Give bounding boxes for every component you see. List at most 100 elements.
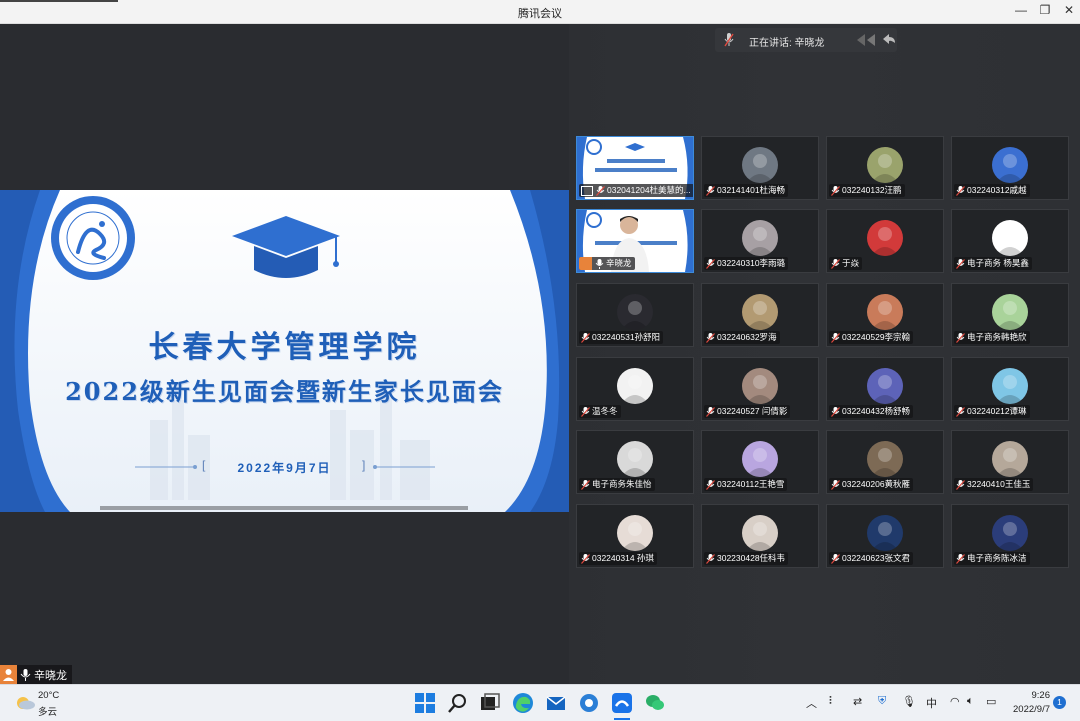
screen-share-icon bbox=[581, 185, 593, 196]
tray-mic-icon[interactable]: 🎙︎ bbox=[902, 695, 916, 708]
tencent-meeting-icon[interactable] bbox=[611, 692, 633, 714]
participant-avatar bbox=[617, 294, 653, 330]
participant-avatar bbox=[742, 368, 778, 404]
slide-school-name: 长春大学管理学院 bbox=[148, 330, 421, 365]
participant-name-bar: 温冬冬 bbox=[579, 405, 621, 418]
task-view-icon[interactable] bbox=[479, 692, 501, 714]
mic-icon bbox=[724, 33, 734, 47]
tray-switch-icon[interactable]: ⇄ bbox=[853, 695, 862, 708]
close-button[interactable]: ✕ bbox=[1058, 3, 1080, 17]
participant-tile[interactable]: 电子商务朱佳怡 bbox=[576, 430, 694, 494]
participant-avatar bbox=[867, 147, 903, 183]
participant-tile[interactable]: 032240623张文君 bbox=[826, 504, 944, 568]
participant-name: 032240432杨舒畅 bbox=[842, 406, 911, 416]
participant-name-bar: 电子商务 杨昊鑫 bbox=[954, 257, 1032, 270]
participant-name-bar: 电子商务陈冰洁 bbox=[954, 552, 1030, 565]
participant-name: 032240132汪鹏 bbox=[842, 185, 902, 195]
clock-time[interactable]: 9:26 bbox=[1008, 690, 1051, 701]
participant-tile[interactable]: 032240212谭琳 bbox=[951, 357, 1069, 421]
participant-name-bar: 032240112王艳雪 bbox=[704, 478, 788, 491]
participant-tile[interactable]: 302230428任科韦 bbox=[701, 504, 819, 568]
participant-tile[interactable]: 032240310李雨璐 bbox=[701, 209, 819, 273]
wifi-icon[interactable]: ◠ bbox=[950, 695, 960, 708]
participant-name: 032240632罗海 bbox=[717, 332, 777, 342]
participant-tile[interactable]: 032240112王艳雪 bbox=[701, 430, 819, 494]
participant-name: 电子商务朱佳怡 bbox=[592, 479, 652, 489]
participant-tile[interactable]: 032240531孙舒阳 bbox=[576, 283, 694, 347]
app-icon[interactable] bbox=[578, 692, 600, 714]
participant-tile[interactable]: 032240432杨舒畅 bbox=[826, 357, 944, 421]
participant-name: 302230428任科韦 bbox=[717, 553, 786, 563]
participant-tile[interactable]: 32240410王佳玉 bbox=[951, 430, 1069, 494]
minimize-button[interactable]: — bbox=[1010, 3, 1032, 17]
participant-name-bar: 于焱 bbox=[829, 257, 863, 270]
participant-tile[interactable]: 于焱 bbox=[826, 209, 944, 273]
restore-button[interactable]: ❐ bbox=[1034, 3, 1056, 17]
participant-name-bar: 电子商务朱佳怡 bbox=[579, 478, 655, 491]
clock-date[interactable]: 2022/9/7 bbox=[1004, 704, 1050, 715]
participant-tile[interactable]: 电子商务陈冰洁 bbox=[951, 504, 1069, 568]
tray-app-icon[interactable]: ⫶ bbox=[829, 695, 832, 708]
participant-name: 032240310李雨璐 bbox=[717, 258, 786, 268]
notification-badge[interactable]: 1 bbox=[1053, 696, 1066, 709]
host-icon bbox=[579, 257, 592, 270]
participant-tile[interactable]: 电子商务 杨昊鑫 bbox=[951, 209, 1069, 273]
participant-name-bar: 032240432杨舒畅 bbox=[829, 405, 914, 418]
weather-temp: 20°C bbox=[38, 690, 60, 701]
edge-icon[interactable] bbox=[512, 692, 534, 714]
title-bar-accent bbox=[0, 0, 118, 2]
participant-tile[interactable]: 温冬冬 bbox=[576, 357, 694, 421]
participant-name-bar: 032240206黄秋雁 bbox=[829, 478, 914, 491]
participant-tile[interactable]: 032240529李宗翰 bbox=[826, 283, 944, 347]
participant-tile[interactable]: 032240132汪鹏 bbox=[826, 136, 944, 200]
participant-name: 032041204杜美慧的... bbox=[607, 185, 691, 195]
participant-name-bar: 032240527 闫倩影 bbox=[704, 405, 791, 418]
school-seal-icon bbox=[51, 196, 135, 280]
participant-name: 温冬冬 bbox=[592, 406, 618, 416]
participant-tile[interactable]: 032141401杜海畅 bbox=[701, 136, 819, 200]
tray-chevron-icon[interactable]: ︿ bbox=[806, 695, 817, 711]
participant-avatar bbox=[992, 147, 1028, 183]
participant-avatar bbox=[992, 515, 1028, 551]
speaking-label: 正在讲话: 辛晓龙 bbox=[749, 38, 825, 49]
windows-start-icon[interactable] bbox=[414, 692, 436, 714]
participant-name: 032240112王艳雪 bbox=[717, 479, 785, 489]
participant-avatar bbox=[992, 220, 1028, 256]
participant-name-bar: 辛晓龙 bbox=[579, 257, 635, 270]
participant-avatar bbox=[992, 441, 1028, 477]
participant-name: 电子商务 杨昊鑫 bbox=[967, 258, 1029, 268]
participant-name: 032141401杜海畅 bbox=[717, 185, 786, 195]
participant-name: 辛晓龙 bbox=[606, 258, 632, 268]
ime-indicator[interactable]: 中 bbox=[926, 695, 937, 711]
cloud-icon bbox=[17, 697, 35, 710]
participant-tile[interactable]: 辛晓龙 bbox=[576, 209, 694, 273]
participant-tile[interactable]: 032240206黄秋雁 bbox=[826, 430, 944, 494]
search-icon[interactable] bbox=[447, 692, 469, 714]
participant-name: 032240529李宗翰 bbox=[842, 332, 911, 342]
participant-name-bar: 032240529李宗翰 bbox=[829, 331, 914, 344]
self-video-label[interactable]: 辛晓龙 bbox=[0, 665, 72, 684]
security-icon[interactable]: ⛨ bbox=[878, 695, 886, 708]
participant-tile[interactable]: 032041204杜美慧的... bbox=[576, 136, 694, 200]
participant-tile[interactable]: 032240632罗海 bbox=[701, 283, 819, 347]
participant-name-bar: 302230428任科韦 bbox=[704, 552, 789, 565]
mail-icon[interactable] bbox=[545, 692, 567, 714]
participant-name: 电子商务陈冰洁 bbox=[967, 553, 1027, 563]
participant-tile[interactable]: 032240527 闫倩影 bbox=[701, 357, 819, 421]
participant-avatar bbox=[867, 515, 903, 551]
participant-name: 电子商务韩艳欣 bbox=[967, 332, 1027, 342]
participant-name: 032240623张文君 bbox=[842, 553, 911, 563]
participant-name: 于焱 bbox=[842, 258, 860, 268]
window-title: 腾讯会议 bbox=[518, 8, 562, 20]
participant-name-bar: 电子商务韩艳欣 bbox=[954, 331, 1030, 344]
participant-tile[interactable]: 032240312戚越 bbox=[951, 136, 1069, 200]
mic-icon bbox=[20, 668, 31, 681]
participant-tile[interactable]: 电子商务韩艳欣 bbox=[951, 283, 1069, 347]
wechat-icon[interactable] bbox=[644, 692, 666, 714]
participant-tile[interactable]: 032240314 孙琪 bbox=[576, 504, 694, 568]
speaker-controls-icon[interactable] bbox=[855, 33, 895, 47]
volume-icon[interactable]: 🔈︎ bbox=[967, 695, 974, 708]
battery-icon[interactable]: ▭ bbox=[986, 695, 996, 708]
participant-name: 032240312戚越 bbox=[967, 185, 1027, 195]
participant-name: 032240527 闫倩影 bbox=[717, 406, 788, 416]
